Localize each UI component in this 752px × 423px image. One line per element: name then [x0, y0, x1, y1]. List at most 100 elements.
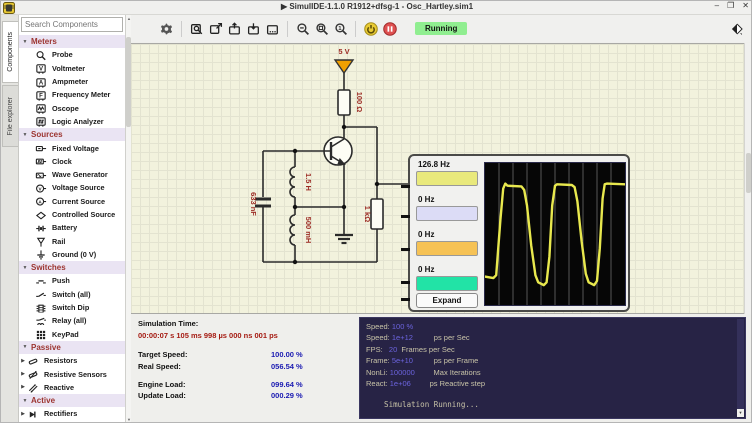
channel-2-button[interactable] [416, 206, 478, 221]
component-item-logic-analyzer[interactable]: Logic Analyzer [19, 115, 125, 128]
channel-4-button[interactable] [416, 276, 478, 291]
fixed-voltage-icon [35, 143, 47, 155]
expand-button[interactable]: Expand [416, 293, 478, 308]
component-item-rail[interactable]: Rail [19, 234, 125, 247]
category-switches[interactable]: ▼Switches [19, 261, 125, 274]
component-item-frequency-meter[interactable]: FFrequency Meter [19, 88, 125, 101]
console-scrollbar[interactable]: ▼ [737, 319, 744, 417]
category-meters[interactable]: ▼Meters [19, 35, 125, 48]
expand-arrow-icon[interactable]: ▶ [19, 358, 27, 364]
tab-components[interactable]: Components [2, 21, 18, 83]
new-circuit-button[interactable] [206, 19, 225, 38]
maximize-button[interactable]: ❐ [727, 1, 734, 10]
zoom-selection-button[interactable] [312, 19, 331, 38]
component-item-fixed-voltage[interactable]: Fixed Voltage [19, 141, 125, 154]
component-label: Switch Dip [52, 303, 89, 312]
svg-text:V: V [39, 186, 43, 191]
component-item-ampmeter[interactable]: AAmpmeter [19, 75, 125, 88]
channel-2-frequency: 0 Hz [418, 195, 434, 204]
ground-symbol[interactable] [335, 235, 353, 243]
expand-arrow-icon[interactable]: ▶ [19, 411, 27, 417]
category-label: Switches [31, 263, 66, 272]
console-scroll-down-icon[interactable]: ▼ [737, 409, 744, 417]
component-item-relay-all-[interactable]: Relay (all) [19, 314, 125, 327]
toolbar-separator [355, 21, 356, 37]
tab-file-explorer[interactable]: File explorer [2, 85, 18, 147]
collapse-arrow-icon[interactable]: ▼ [19, 132, 31, 138]
oscilloscope-panel[interactable]: Expand 126.8 Hz0 Hz0 Hz0 Hz [408, 154, 630, 312]
collapse-arrow-icon[interactable]: ▼ [19, 344, 31, 350]
collapse-arrow-icon[interactable]: ▼ [19, 39, 31, 45]
scope-display [484, 162, 626, 306]
stat-target-speed-: Target Speed:100.00 % [138, 350, 359, 359]
scope-pin-2[interactable] [401, 215, 410, 218]
component-item-probe[interactable]: Probe [19, 48, 125, 61]
component-item-clock[interactable]: Clock [19, 155, 125, 168]
svg-text:A: A [39, 80, 44, 86]
component-item-keypad[interactable]: KeyPad [19, 328, 125, 341]
scope-pin-1[interactable] [401, 185, 410, 188]
expand-arrow-icon[interactable]: ▶ [19, 371, 27, 377]
collapse-arrow-icon[interactable]: ▼ [19, 398, 31, 404]
canvas-vertical-scrollbar[interactable] [744, 43, 751, 314]
current-source-icon: A [35, 196, 47, 208]
rail-icon [35, 236, 47, 248]
export-circuit-button[interactable] [263, 19, 282, 38]
rail-5v[interactable] [335, 60, 353, 90]
channel-4-frequency: 0 Hz [418, 265, 434, 274]
component-item-oscope[interactable]: Oscope [19, 101, 125, 114]
component-item-ground-0-v-[interactable]: Ground (0 V) [19, 248, 125, 261]
component-item-wave-generator[interactable]: Wave Generator [19, 168, 125, 181]
component-item-voltage-source[interactable]: VVoltage Source [19, 181, 125, 194]
component-item-resistors[interactable]: ▶Resistors [19, 354, 125, 367]
scope-pin-5[interactable] [401, 298, 410, 301]
scope-pin-4[interactable] [401, 281, 410, 284]
component-label: KeyPad [52, 330, 79, 339]
inductor-500mh[interactable] [290, 215, 295, 262]
stat-real-speed-: Real Speed:056.54 % [138, 362, 359, 371]
panel-toggle-button[interactable] [731, 23, 743, 35]
component-item-switch-all-[interactable]: Switch (all) [19, 288, 125, 301]
zoom-one-button[interactable]: 1 [331, 19, 350, 38]
component-item-voltmeter[interactable]: VVoltmeter [19, 62, 125, 75]
resistor-100ohm[interactable] [338, 90, 350, 127]
component-item-reactive[interactable]: ▶Reactive [19, 381, 125, 394]
category-passive[interactable]: ▼Passive [19, 341, 125, 354]
save-circuit-icon [247, 22, 261, 36]
save-circuit-button[interactable] [244, 19, 263, 38]
category-sources[interactable]: ▼Sources [19, 128, 125, 141]
battery-icon [35, 223, 47, 235]
component-item-resistive-sensors[interactable]: ▶Resistive Sensors [19, 367, 125, 380]
inductor-1-5h[interactable] [290, 151, 295, 197]
close-button[interactable]: ✕ [742, 1, 749, 10]
resistors-icon [27, 356, 39, 368]
zoom-fit-button[interactable] [293, 19, 312, 38]
component-label: Ground (0 V) [52, 250, 96, 259]
export-circuit-icon [266, 22, 280, 36]
minimize-button[interactable]: – [715, 1, 719, 10]
expand-arrow-icon[interactable]: ▶ [19, 384, 27, 390]
component-item-switch-dip[interactable]: Switch Dip [19, 301, 125, 314]
pause-simulation-button[interactable] [380, 19, 399, 38]
running-badge: Running [415, 22, 467, 35]
clock-icon [35, 156, 47, 168]
open-circuit-button[interactable] [225, 19, 244, 38]
canvas-scroll-thumb[interactable] [746, 153, 751, 193]
category-active[interactable]: ▼Active [19, 394, 125, 407]
channel-1-button[interactable] [416, 171, 478, 186]
power-circuit-button[interactable] [361, 19, 380, 38]
edit-circuit-button[interactable] [187, 19, 206, 38]
circuit-canvas[interactable]: 5 V 100 Ω 633 nF 1.5 H 500 mH 1 kΩ Expan… [131, 43, 746, 314]
collapse-arrow-icon[interactable]: ▼ [19, 265, 31, 271]
scope-pin-3[interactable] [401, 248, 410, 251]
settings-button[interactable] [157, 19, 176, 38]
channel-3-button[interactable] [416, 241, 478, 256]
component-item-current-source[interactable]: ACurrent Source [19, 195, 125, 208]
component-item-push[interactable]: Push [19, 274, 125, 287]
search-input[interactable] [21, 17, 123, 32]
component-item-battery[interactable]: Battery [19, 221, 125, 234]
transistor-npn[interactable] [324, 127, 352, 165]
component-item-controlled-source[interactable]: Controlled Source [19, 208, 125, 221]
console-line-6: React: 1e+06 ps Reactive step [366, 378, 745, 389]
component-item-rectifiers[interactable]: ▶Rectifiers [19, 407, 125, 420]
